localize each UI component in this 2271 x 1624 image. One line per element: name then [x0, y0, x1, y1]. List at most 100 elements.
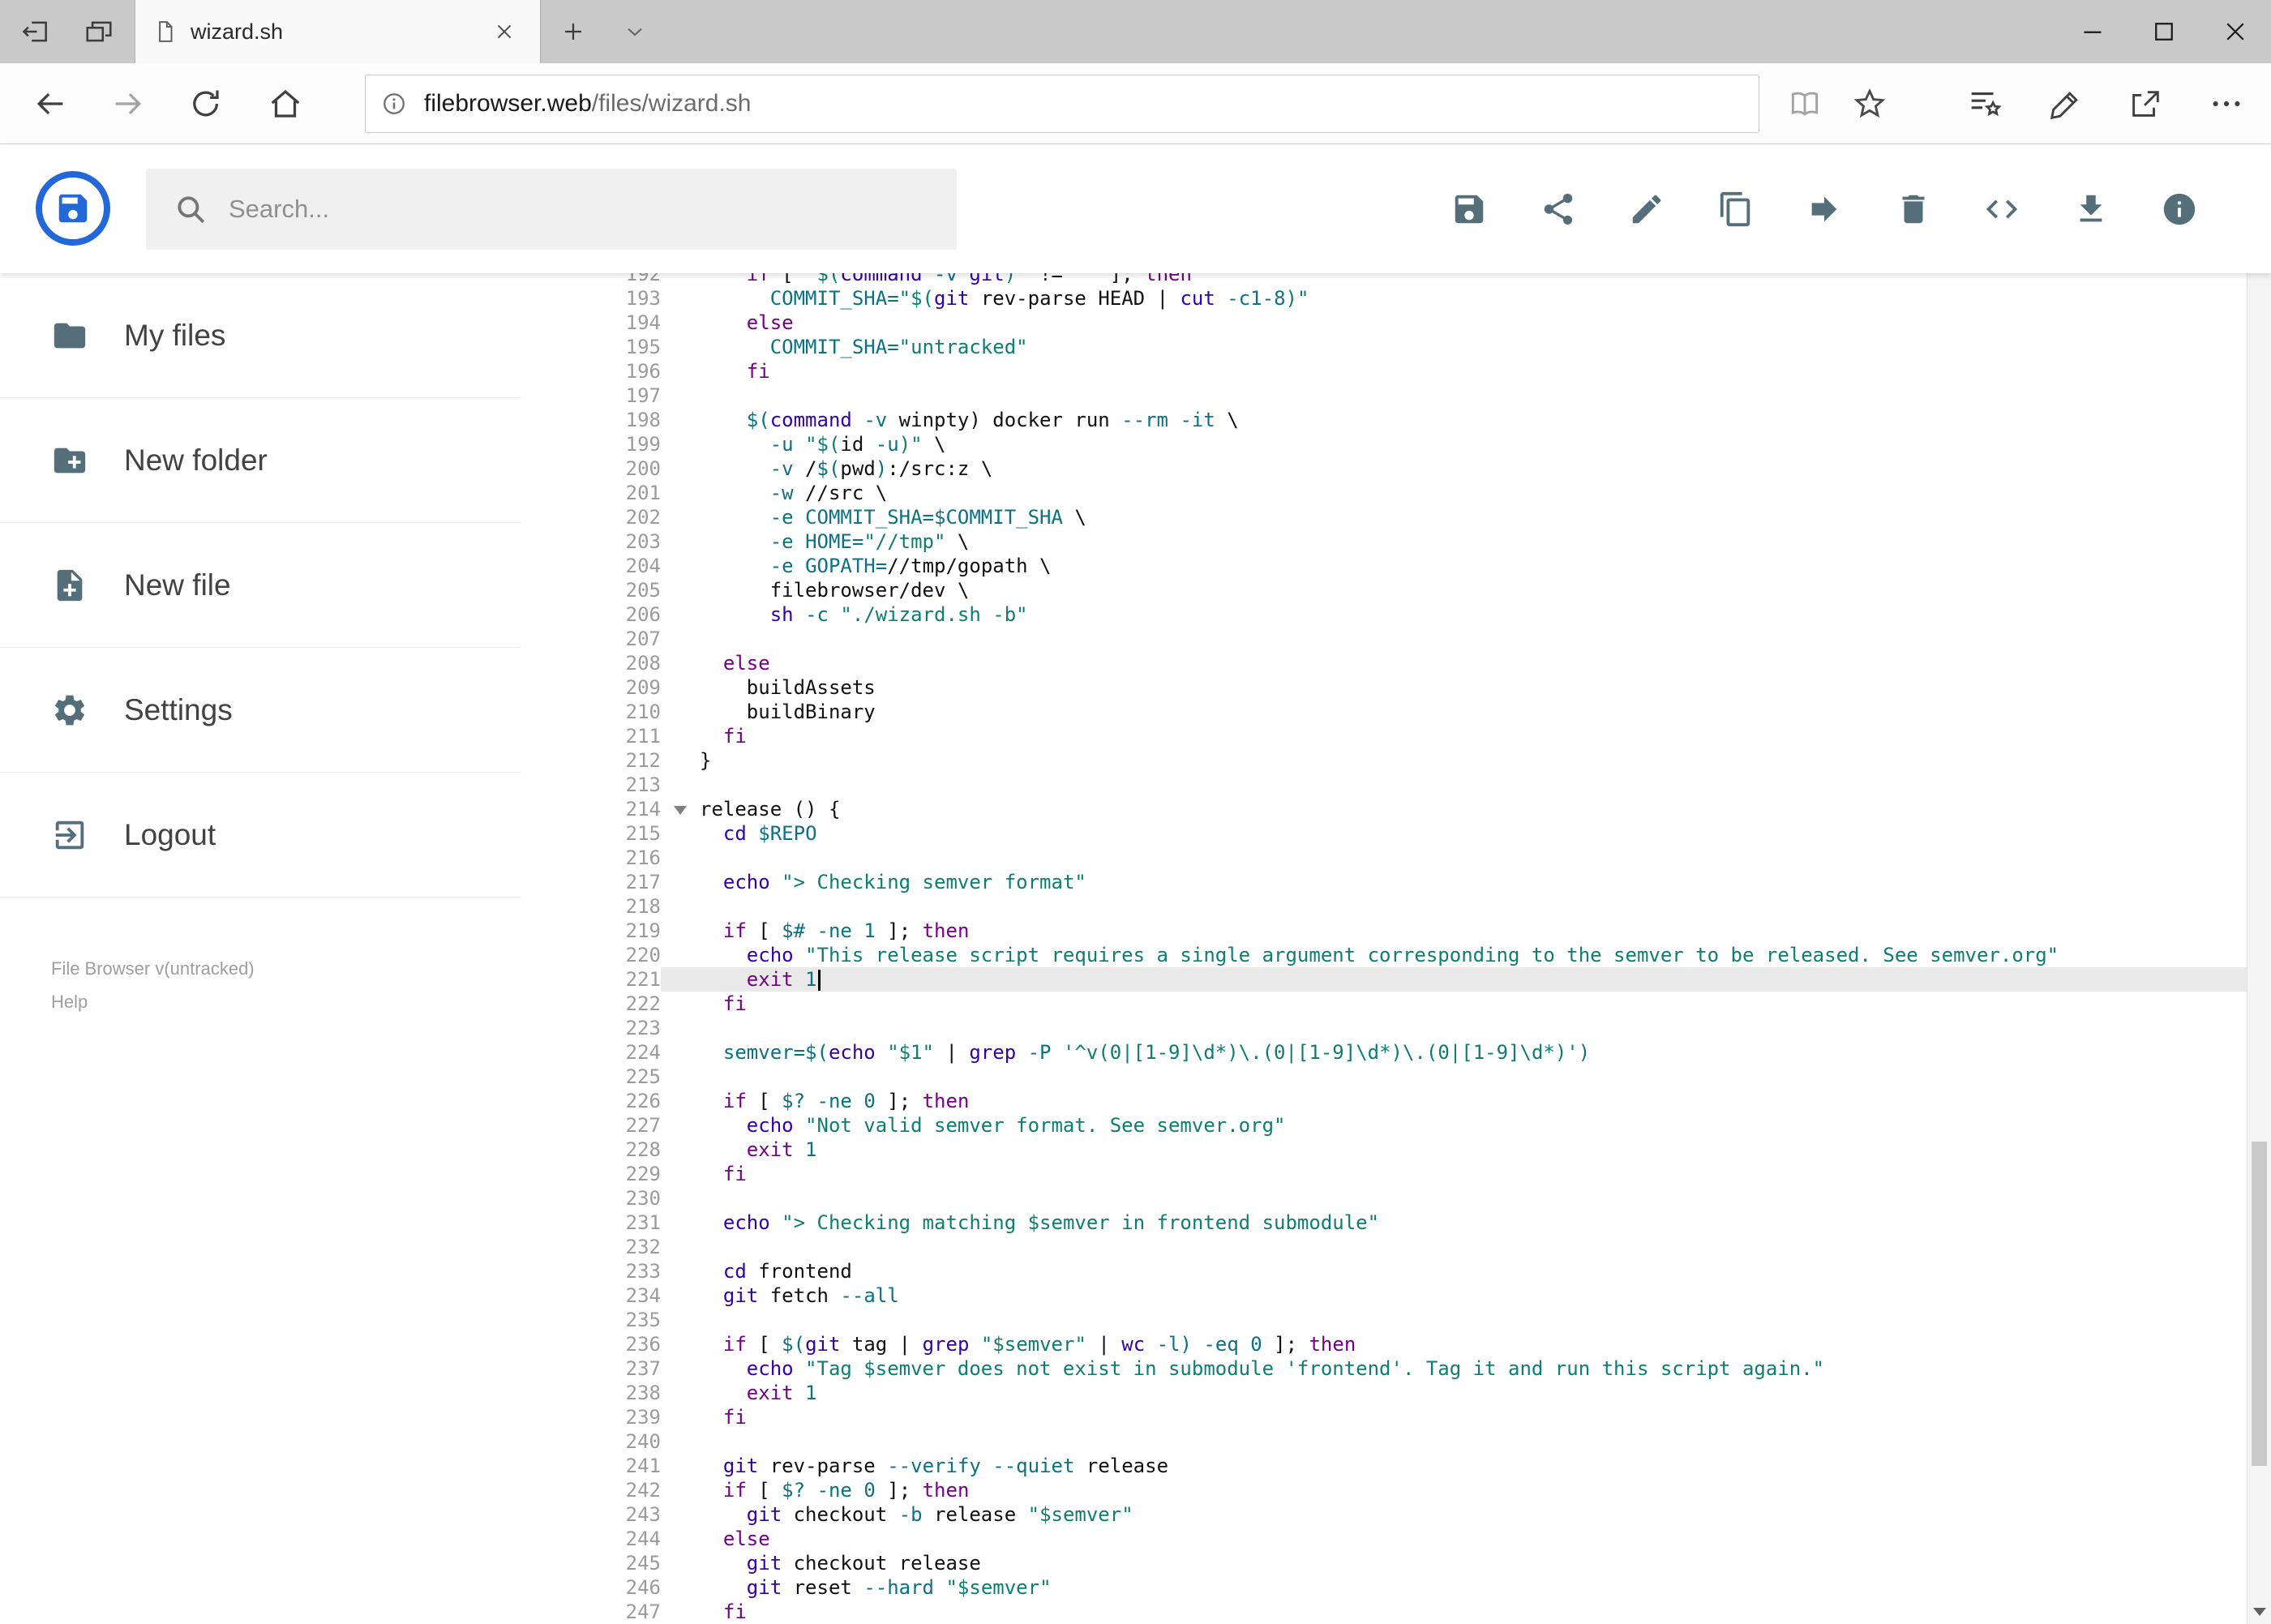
code-line[interactable]: 247 fi — [521, 1600, 2247, 1624]
code-line[interactable]: 201 -w //src \ — [521, 481, 2247, 505]
code-line[interactable]: 234 git fetch --all — [521, 1283, 2247, 1308]
save-button[interactable] — [1443, 183, 1495, 235]
code-line[interactable]: 213 — [521, 773, 2247, 797]
code-line[interactable]: 239 fi — [521, 1405, 2247, 1429]
code-line[interactable]: 236 if [ $(git tag | grep "$semver" | wc… — [521, 1332, 2247, 1356]
search-box[interactable] — [146, 169, 957, 250]
filebrowser-logo[interactable] — [36, 171, 110, 246]
delete-button[interactable] — [1888, 183, 1939, 235]
code-line[interactable]: 207 — [521, 627, 2247, 651]
close-tab-button[interactable] — [486, 14, 522, 49]
code-line[interactable]: 208 else — [521, 651, 2247, 675]
code-line[interactable]: 229 fi — [521, 1162, 2247, 1186]
sidebar-item-logout[interactable]: Logout — [0, 773, 521, 898]
code-line[interactable]: 198 $(command -v winpty) docker run --rm… — [521, 408, 2247, 432]
move-button[interactable] — [1798, 183, 1850, 235]
code-line[interactable]: 221 exit 1 — [521, 967, 2247, 992]
tab-list-button[interactable] — [610, 0, 660, 63]
browser-tab[interactable]: wizard.sh — [135, 0, 541, 63]
code-line[interactable]: 215 cd $REPO — [521, 821, 2247, 846]
hub-button[interactable] — [1946, 65, 2024, 143]
code-line[interactable]: 197 — [521, 384, 2247, 408]
code-line[interactable]: 216 — [521, 846, 2247, 870]
code-line[interactable]: 211 fi — [521, 724, 2247, 748]
code-line[interactable]: 202 -e COMMIT_SHA=$COMMIT_SHA \ — [521, 505, 2247, 529]
help-link[interactable]: Help — [51, 992, 88, 1013]
code-line[interactable]: 230 — [521, 1186, 2247, 1211]
more-button[interactable] — [2187, 65, 2265, 143]
code-line[interactable]: 219 if [ $# -ne 1 ]; then — [521, 919, 2247, 943]
fold-gutter — [661, 1429, 700, 1454]
code-line[interactable]: 199 -u "$(id -u)" \ — [521, 432, 2247, 456]
code-line[interactable]: 196 fi — [521, 359, 2247, 384]
sidebar-item-my-files[interactable]: My files — [0, 273, 521, 398]
sidebar-item-settings[interactable]: Settings — [0, 648, 521, 773]
sidebar-item-new-folder[interactable]: New folder — [0, 398, 521, 523]
code-line[interactable]: 206 sh -c "./wizard.sh -b" — [521, 602, 2247, 627]
tab-preview-button[interactable] — [78, 11, 120, 53]
favorite-star-button[interactable] — [1831, 65, 1909, 143]
code-line[interactable]: 226 if [ $? -ne 0 ]; then — [521, 1089, 2247, 1113]
download-button[interactable] — [2065, 183, 2117, 235]
code-line[interactable]: 204 -e GOPATH=//tmp/gopath \ — [521, 554, 2247, 578]
code-line[interactable]: 203 -e HOME="//tmp" \ — [521, 529, 2247, 554]
scrollbar-down-arrow[interactable] — [2247, 1600, 2271, 1624]
code-line[interactable]: 232 — [521, 1235, 2247, 1259]
minimize-button[interactable] — [2057, 0, 2128, 63]
scrollbar-thumb[interactable] — [2252, 1142, 2267, 1466]
code-line[interactable]: 243 git checkout -b release "$semver" — [521, 1502, 2247, 1527]
edit-button[interactable] — [1621, 183, 1673, 235]
close-icon — [2226, 23, 2244, 41]
code-view-button[interactable] — [1976, 183, 2028, 235]
set-aside-tabs-button[interactable] — [15, 11, 57, 53]
search-input[interactable] — [229, 195, 949, 224]
code-line[interactable]: 192 if [ "$(command -v git)" != "" ]; th… — [521, 273, 2247, 286]
code-line[interactable]: 217 echo "> Checking semver format" — [521, 870, 2247, 894]
code-line[interactable]: 209 buildAssets — [521, 675, 2247, 700]
code-line[interactable]: 240 — [521, 1429, 2247, 1454]
code-line[interactable]: 212} — [521, 748, 2247, 773]
code-line[interactable]: 222 fi — [521, 992, 2247, 1016]
code-line[interactable]: 224 semver=$(echo "$1" | grep -P '^v(0|[… — [521, 1040, 2247, 1065]
address-bar[interactable]: filebrowser.web/files/wizard.sh — [365, 75, 1759, 133]
back-button[interactable] — [11, 65, 89, 143]
code-line[interactable]: 241 git rev-parse --verify --quiet relea… — [521, 1454, 2247, 1478]
fold-gutter[interactable] — [661, 797, 700, 821]
code-line[interactable]: 231 echo "> Checking matching $semver in… — [521, 1211, 2247, 1235]
home-button[interactable] — [246, 65, 324, 143]
code-line[interactable]: 195 COMMIT_SHA="untracked" — [521, 335, 2247, 359]
code-line[interactable]: 210 buildBinary — [521, 700, 2247, 724]
code-editor[interactable]: 192 if [ "$(command -v git)" != "" ]; th… — [521, 273, 2247, 1624]
code-line[interactable]: 235 — [521, 1308, 2247, 1332]
code-line[interactable]: 193 COMMIT_SHA="$(git rev-parse HEAD | c… — [521, 286, 2247, 311]
code-line[interactable]: 205 filebrowser/dev \ — [521, 578, 2247, 602]
maximize-button[interactable] — [2128, 0, 2200, 63]
code-line[interactable]: 246 git reset --hard "$semver" — [521, 1575, 2247, 1600]
code-line[interactable]: 220 echo "This release script requires a… — [521, 943, 2247, 967]
sidebar-item-new-file[interactable]: New file — [0, 523, 521, 648]
new-tab-button[interactable] — [548, 0, 598, 63]
code-line[interactable]: 200 -v /$(pwd):/src:z \ — [521, 456, 2247, 481]
share-button[interactable] — [1532, 183, 1584, 235]
code-line[interactable]: 227 echo "Not valid semver format. See s… — [521, 1113, 2247, 1138]
info-button[interactable] — [2153, 183, 2205, 235]
code-line[interactable]: 214 release () { — [521, 797, 2247, 821]
code-line[interactable]: 244 else — [521, 1527, 2247, 1551]
annotate-button[interactable] — [2027, 65, 2105, 143]
code-line[interactable]: 223 — [521, 1016, 2247, 1040]
copy-button[interactable] — [1710, 183, 1762, 235]
code-line[interactable]: 245 git checkout release — [521, 1551, 2247, 1575]
code-line[interactable]: 225 — [521, 1065, 2247, 1089]
code-line[interactable]: 228 exit 1 — [521, 1138, 2247, 1162]
code-line[interactable]: 233 cd frontend — [521, 1259, 2247, 1283]
code-line[interactable]: 218 — [521, 894, 2247, 919]
code-line[interactable]: 238 exit 1 — [521, 1381, 2247, 1405]
code-line[interactable]: 237 echo "Tag $semver does not exist in … — [521, 1356, 2247, 1381]
close-window-button[interactable] — [2200, 0, 2271, 63]
code-line[interactable]: 242 if [ $? -ne 0 ]; then — [521, 1478, 2247, 1502]
refresh-button[interactable] — [167, 65, 245, 143]
forward-button[interactable] — [89, 65, 167, 143]
share-page-button[interactable] — [2106, 65, 2184, 143]
code-line[interactable]: 194 else — [521, 311, 2247, 335]
